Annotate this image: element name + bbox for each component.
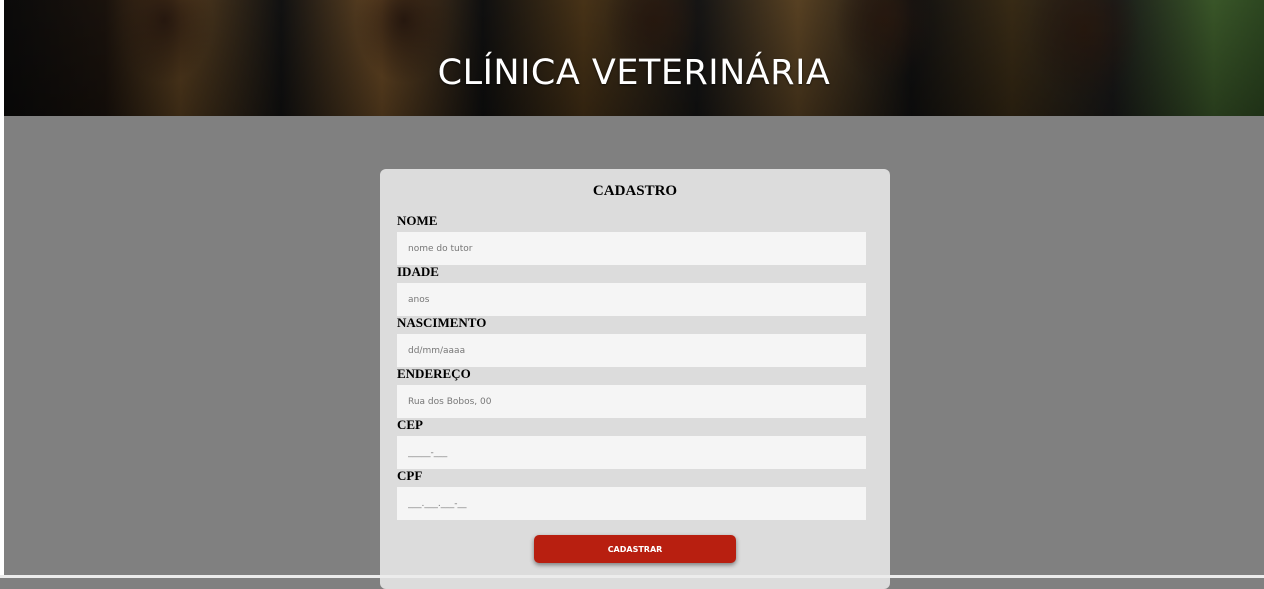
cep-input[interactable] bbox=[397, 436, 866, 469]
address-label: ENDEREÇO bbox=[397, 366, 471, 381]
registration-form: CADASTRO NOME IDADE NASCIMENTO ENDEREÇO … bbox=[380, 169, 890, 589]
birthdate-input[interactable] bbox=[397, 334, 866, 367]
name-label: NOME bbox=[397, 213, 438, 228]
age-label: IDADE bbox=[397, 264, 439, 279]
age-input[interactable] bbox=[397, 283, 866, 316]
birthdate-label: NASCIMENTO bbox=[397, 315, 487, 330]
name-input[interactable] bbox=[397, 232, 866, 265]
address-input[interactable] bbox=[397, 385, 866, 418]
cep-label: CEP bbox=[397, 417, 423, 432]
cpf-input[interactable] bbox=[397, 487, 866, 520]
header-banner: CLÍNICA VETERINÁRIA bbox=[4, 0, 1264, 116]
submit-button[interactable]: CADASTRAR bbox=[534, 535, 736, 563]
form-title: CADASTRO bbox=[592, 183, 678, 199]
cpf-label: CPF bbox=[397, 468, 423, 483]
page-title: CLÍNICA VETERINÁRIA bbox=[437, 53, 831, 94]
